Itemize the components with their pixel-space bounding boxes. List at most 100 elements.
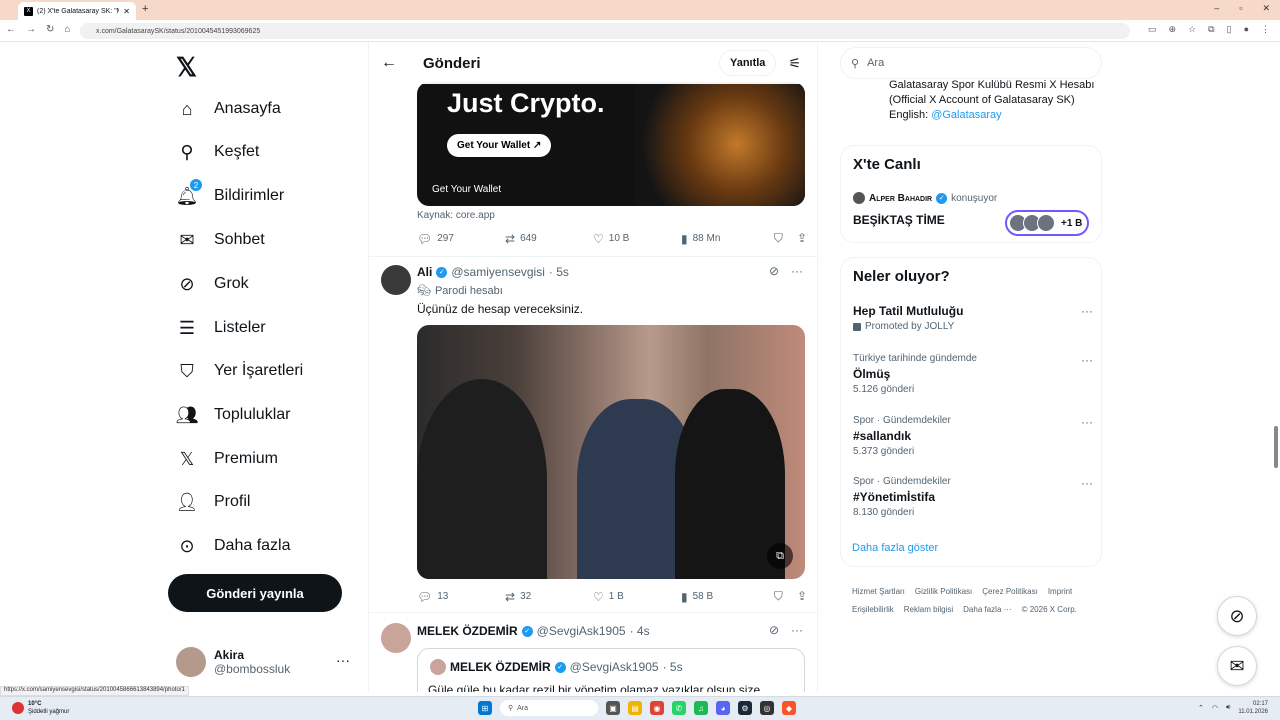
views-action[interactable]: ▮ 58 B [681, 590, 769, 604]
footer-link[interactable]: Gizlilik Politikası [915, 583, 972, 601]
grok-icon[interactable]: ⊘ [769, 623, 779, 637]
tweet-photo[interactable]: ⧉ [417, 325, 805, 579]
messages-fab-button[interactable]: ✉ [1217, 646, 1257, 686]
menu-icon[interactable]: ⋮ [1261, 24, 1270, 35]
avatar[interactable] [381, 265, 411, 295]
scrollbar[interactable] [1272, 42, 1280, 692]
grok-fab-button[interactable]: ⊘ [1217, 596, 1257, 636]
new-tab-button[interactable]: + [142, 3, 148, 15]
avatar[interactable] [381, 623, 411, 653]
quoted-tweet[interactable]: MELEK ÖZDEMİR ✓ @SevgiAsk1905 · 5s Güle … [417, 648, 805, 692]
account-switcher[interactable]: Akira @bombossluk ··· [176, 644, 360, 680]
search-input[interactable]: ⚲ Ara [840, 47, 1102, 79]
nav-communities[interactable]: 👥︎ Topluluklar [176, 403, 291, 427]
show-more-link[interactable]: Daha fazla göster [852, 542, 938, 554]
like-action[interactable]: ♡ 10 B [593, 232, 681, 246]
task-view-icon[interactable]: ▣ [606, 701, 620, 715]
tweet-handle[interactable]: @SevgiAsk1905 [537, 624, 626, 638]
grok-icon[interactable]: ⊘ [769, 264, 779, 278]
filter-icon[interactable]: ⚟ [788, 55, 801, 72]
close-window-icon[interactable]: ✕ [1262, 3, 1270, 14]
trend-item[interactable]: Türkiye tarihinde gündemde Ölmüş 5.126 g… [853, 353, 1093, 395]
nav-premium[interactable]: 𝕏 Premium [176, 447, 278, 471]
browser-tab[interactable]: X (2) X'te Galatasaray SK: "Maç s ✕ [18, 2, 136, 20]
discord-icon[interactable]: ◕ [716, 701, 730, 715]
back-arrow-icon[interactable]: ← [381, 54, 405, 72]
footer-link[interactable]: Reklam bilgisi [904, 601, 953, 619]
profile-avatar-icon[interactable]: ● [1244, 24, 1249, 35]
footer-link[interactable]: Daha fazla ··· [963, 601, 1011, 619]
nav-messages[interactable]: ✉ Sohbet [176, 228, 264, 252]
nav-explore[interactable]: ⚲ Keşfet [176, 140, 259, 164]
brave-icon[interactable]: ◆ [782, 701, 796, 715]
extensions-icon[interactable]: ⧉ [1208, 24, 1214, 35]
taskbar-search[interactable]: ⚲ Ara [500, 700, 598, 716]
volume-icon[interactable]: 🔊︎ [1226, 704, 1230, 712]
chrome-icon[interactable]: ◉ [650, 701, 664, 715]
tweet-time[interactable]: · 5s [549, 265, 569, 279]
x-logo-icon[interactable]: 𝕏 [176, 52, 197, 83]
ad-card[interactable]: Just Crypto. Get Your Wallet ↗ Get Your … [417, 82, 805, 206]
nav-lists[interactable]: ☰ Listeler [176, 316, 266, 340]
back-icon[interactable]: ← [6, 24, 16, 35]
more-dots-icon[interactable]: ··· [1081, 353, 1093, 367]
reply-action[interactable]: 💬︎ 13 [417, 590, 505, 604]
nav-notifications[interactable]: 🔔︎ 2 Bildirimler [176, 179, 284, 208]
windows-start-icon[interactable]: ⊞ [478, 701, 492, 715]
steam-icon[interactable]: ⚙ [738, 701, 752, 715]
bio-link[interactable]: @Galatasaray [931, 109, 1001, 121]
more-dots-icon[interactable]: ··· [1081, 415, 1093, 429]
tweet-author-name[interactable]: MELEK ÖZDEMİR [417, 624, 518, 638]
more-dots-icon[interactable]: ··· [1081, 476, 1093, 490]
cast-icon[interactable]: ▭ [1148, 24, 1157, 35]
close-tab-icon[interactable]: ✕ [123, 7, 130, 16]
reply-action[interactable]: 💬︎ 297 [417, 232, 505, 246]
trend-item[interactable]: Spor · Gündemdekiler #Yönetimİstifa 8.13… [853, 476, 1093, 518]
bookmark-icon[interactable]: ⛉ [774, 231, 783, 246]
forward-icon[interactable]: → [26, 24, 36, 35]
zoom-icon[interactable]: ⊕ [1169, 24, 1177, 35]
nav-grok[interactable]: ⊘ Grok [176, 272, 248, 296]
weather-widget[interactable]: 10°C Şiddetli yağmur [12, 700, 69, 716]
tweet-handle[interactable]: @samiyensevgisi [451, 265, 545, 279]
whatsapp-icon[interactable]: ✆ [672, 701, 686, 715]
ad-cta-button[interactable]: Get Your Wallet ↗ [447, 134, 552, 157]
more-dots-icon[interactable]: ··· [1081, 304, 1093, 318]
post-button[interactable]: Gönderi yayınla [168, 574, 342, 612]
tweet-time[interactable]: · 4s [630, 624, 650, 638]
nav-bookmarks[interactable]: ⛉ Yer İşaretleri [176, 359, 303, 383]
share-icon[interactable]: ⇪ [797, 589, 807, 604]
reply-button[interactable]: Yanıtla [718, 50, 777, 76]
home-browser-icon[interactable]: ⌂ [64, 24, 70, 35]
footer-link[interactable]: Hizmet Şartları [852, 583, 905, 601]
like-action[interactable]: ♡ 1 B [593, 590, 681, 604]
url-field[interactable]: x.com/GalatasaraySK/status/2010045451993… [80, 23, 1130, 39]
repost-action[interactable]: ⇄ 649 [505, 232, 593, 246]
live-host[interactable]: Alper Bahadır ✓ konuşuyor [853, 192, 997, 204]
clock[interactable]: 02:17 11.01.2026 [1238, 700, 1268, 716]
reload-icon[interactable]: ↻ [46, 24, 54, 35]
more-dots-icon[interactable]: ··· [791, 623, 803, 637]
trend-item[interactable]: Hep Tatil Mutluluğu Promoted by JOLLY ··… [853, 304, 1093, 332]
sidebar-icon[interactable]: ▯ [1227, 24, 1232, 35]
tweet-author-name[interactable]: Ali [417, 265, 432, 279]
nav-profile[interactable]: 👤︎ Profil [176, 490, 251, 514]
bookmark-icon[interactable]: ⛉ [774, 589, 783, 604]
spotify-icon[interactable]: ♫ [694, 701, 708, 715]
star-icon[interactable]: ☆ [1188, 24, 1196, 35]
more-dots-icon[interactable]: ··· [791, 264, 803, 278]
minimize-icon[interactable]: – [1214, 3, 1219, 14]
space-title[interactable]: BEŞİKTAŞ TİME [853, 213, 945, 227]
more-dots-icon[interactable]: ··· [336, 652, 350, 668]
scrollbar-thumb[interactable] [1274, 426, 1278, 468]
nav-more[interactable]: ⊙ Daha fazla [176, 534, 290, 558]
footer-link[interactable]: Erişilebilirlik [852, 601, 894, 619]
nav-home[interactable]: ⌂ Anasayfa [176, 97, 281, 121]
share-icon[interactable]: ⇪ [797, 231, 807, 246]
network-icon[interactable]: ◠ [1212, 704, 1218, 712]
footer-link[interactable]: Imprint [1048, 583, 1072, 601]
listener-avatars[interactable]: +1 B [1005, 210, 1089, 236]
footer-link[interactable]: Çerez Politikası [982, 583, 1038, 601]
trend-item[interactable]: Spor · Gündemdekiler #sallandık 5.373 gö… [853, 415, 1093, 457]
repost-action[interactable]: ⇄ 32 [505, 590, 593, 604]
